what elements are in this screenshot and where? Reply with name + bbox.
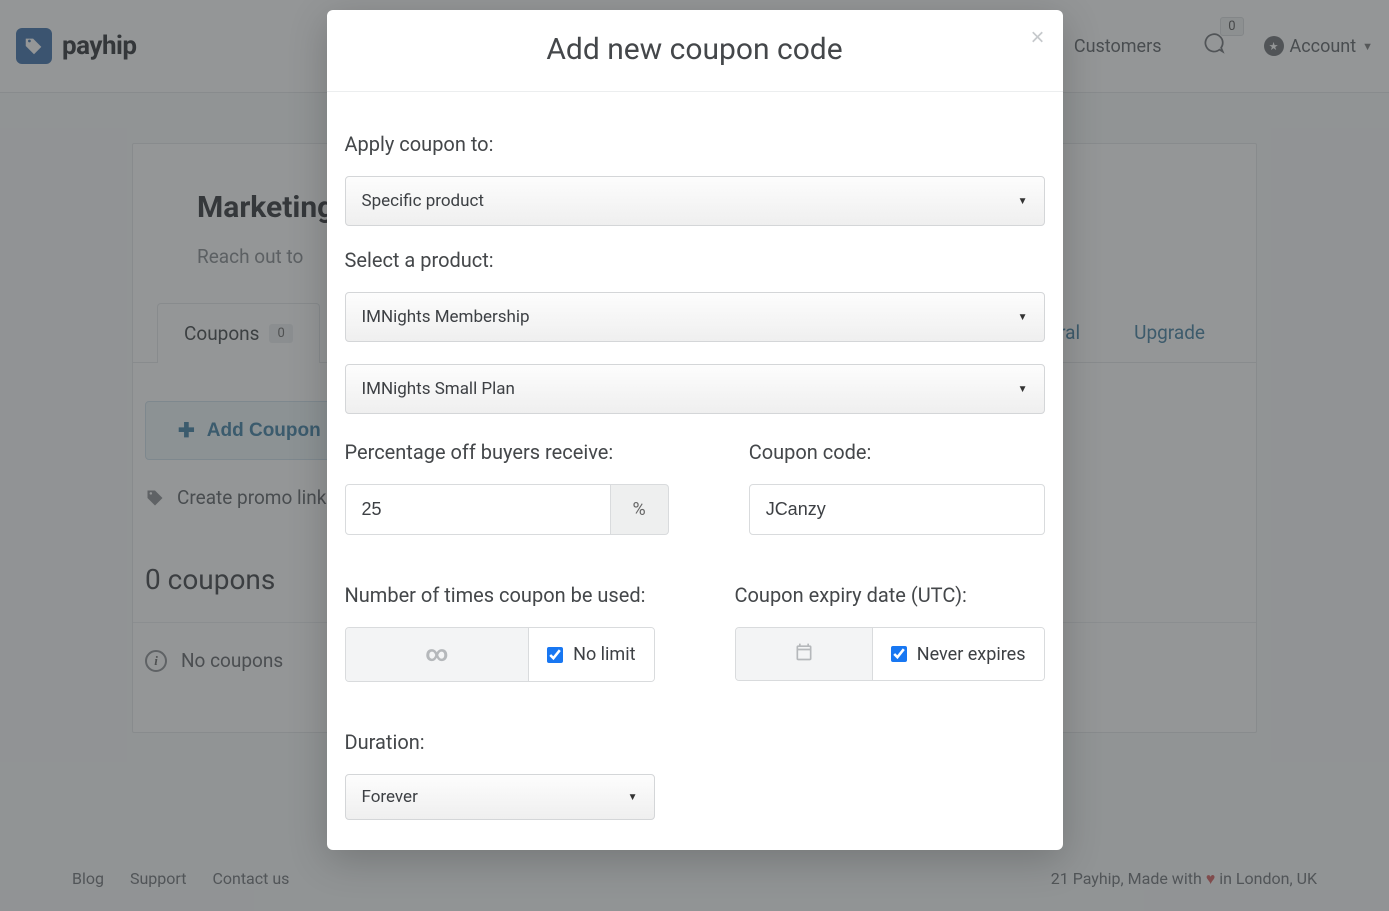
label-percentage: Percentage off buyers receive:	[345, 440, 669, 464]
label-select-product: Select a product:	[345, 248, 1045, 272]
label-duration: Duration:	[345, 730, 1045, 754]
label-expiry: Coupon expiry date (UTC):	[735, 583, 1045, 607]
percentage-input[interactable]	[345, 484, 611, 535]
chevron-down-icon: ▼	[1018, 312, 1028, 323]
label-code: Coupon code:	[749, 440, 1045, 464]
chevron-down-icon: ▼	[628, 792, 638, 803]
add-coupon-modal: Add new coupon code × Apply coupon to: S…	[327, 10, 1063, 850]
label-apply-to: Apply coupon to:	[345, 132, 1045, 156]
infinity-icon: ∞	[425, 642, 448, 667]
modal-title: Add new coupon code	[347, 32, 1043, 67]
percent-addon: %	[611, 484, 669, 535]
label-times: Number of times coupon be used:	[345, 583, 655, 607]
select-apply-to[interactable]: Specific product ▼	[345, 176, 1045, 226]
close-button[interactable]: ×	[1030, 24, 1044, 52]
chevron-down-icon: ▼	[1018, 196, 1028, 207]
times-input-disabled: ∞	[346, 628, 529, 681]
chevron-down-icon: ▼	[1018, 384, 1028, 395]
coupon-code-input[interactable]	[749, 484, 1045, 535]
select-plan[interactable]: IMNights Small Plan ▼	[345, 364, 1045, 414]
calendar-icon	[794, 642, 814, 666]
never-expires-checkbox[interactable]: Never expires	[872, 628, 1044, 680]
select-duration[interactable]: Forever ▼	[345, 774, 655, 820]
select-product[interactable]: IMNights Membership ▼	[345, 292, 1045, 342]
no-limit-checkbox[interactable]: No limit	[528, 628, 653, 681]
modal-overlay[interactable]: Add new coupon code × Apply coupon to: S…	[0, 0, 1389, 911]
expiry-input-disabled	[736, 628, 872, 680]
